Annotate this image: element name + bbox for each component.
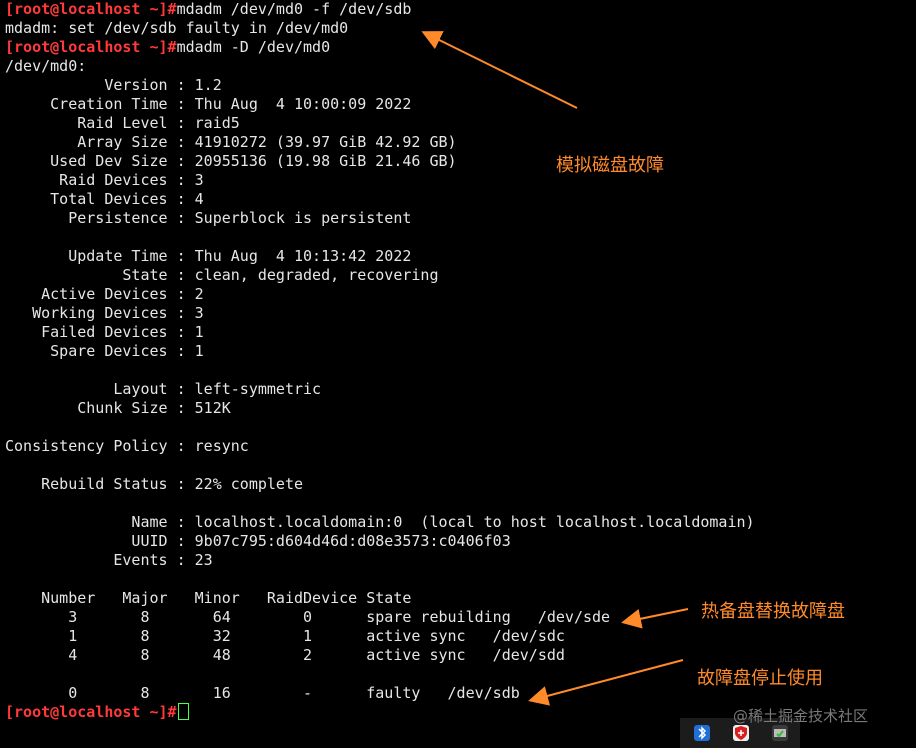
output-text: UUID : 9b07c795:d604d46d:d08e3573:c0406f… [5, 532, 511, 550]
terminal-line: 1 8 32 1 active sync /dev/sdc [5, 627, 910, 646]
output-text: 4 8 48 2 active sync /dev/sdd [5, 646, 565, 664]
output-text: Working Devices : 3 [5, 304, 204, 322]
terminal-line: State : clean, degraded, recovering [5, 266, 910, 285]
terminal-line: Events : 23 [5, 551, 910, 570]
terminal-line: Working Devices : 3 [5, 304, 910, 323]
bluetooth-icon[interactable] [694, 725, 710, 741]
terminal-line: Consistency Policy : resync [5, 437, 910, 456]
terminal-line: Rebuild Status : 22% complete [5, 475, 910, 494]
security-shield-icon[interactable] [733, 725, 749, 741]
output-text: 1 8 32 1 active sync /dev/sdc [5, 627, 565, 645]
terminal-line: /dev/md0: [5, 57, 910, 76]
output-text: 0 8 16 - faulty /dev/sdb [5, 684, 520, 702]
terminal-line: [root@localhost ~]#mdadm -D /dev/md0 [5, 38, 910, 57]
output-text: 3 8 64 0 spare rebuilding /dev/sde [5, 608, 611, 626]
terminal-line: Raid Devices : 3 [5, 171, 910, 190]
output-text: Consistency Policy : resync [5, 437, 249, 455]
watermark: @稀土掘金技术社区 [733, 707, 869, 725]
output-text: Chunk Size : 512K [5, 399, 231, 417]
output-text: Raid Devices : 3 [5, 171, 204, 189]
output-text: Used Dev Size : 20955136 (19.98 GiB 21.4… [5, 152, 457, 170]
terminal-line: Update Time : Thu Aug 4 10:13:42 2022 [5, 247, 910, 266]
terminal-line: Used Dev Size : 20955136 (19.98 GiB 21.4… [5, 152, 910, 171]
terminal-line: mdadm: set /dev/sdb faulty in /dev/md0 [5, 19, 910, 38]
annotation-simulate-fault: 模拟磁盘故障 [556, 155, 664, 176]
terminal-line: Total Devices : 4 [5, 190, 910, 209]
output-text: Name : localhost.localdomain:0 (local to… [5, 513, 755, 531]
terminal-line: Version : 1.2 [5, 76, 910, 95]
output-text: Version : 1.2 [5, 76, 222, 94]
terminal-line: Failed Devices : 1 [5, 323, 910, 342]
terminal-line: Chunk Size : 512K [5, 399, 910, 418]
output-text: Number Major Minor RaidDevice State [5, 589, 412, 607]
shell-prompt: [root@localhost ~]# [5, 0, 177, 18]
shell-prompt: [root@localhost ~]# [5, 38, 177, 56]
output-text: Update Time : Thu Aug 4 10:13:42 2022 [5, 247, 412, 265]
terminal-line: Array Size : 41910272 (39.97 GiB 42.92 G… [5, 133, 910, 152]
terminal-line: Layout : left-symmetric [5, 380, 910, 399]
output-text: State : clean, degraded, recovering [5, 266, 439, 284]
terminal-line: Active Devices : 2 [5, 285, 910, 304]
output-text: Creation Time : Thu Aug 4 10:00:09 2022 [5, 95, 412, 113]
output-text: Failed Devices : 1 [5, 323, 204, 341]
annotation-faulty-disk-stopped: 故障盘停止使用 [697, 668, 823, 689]
output-text: Total Devices : 4 [5, 190, 204, 208]
terminal-line: [root@localhost ~]#mdadm /dev/md0 -f /de… [5, 0, 910, 19]
output-text: /dev/md0: [5, 57, 87, 75]
terminal-cursor[interactable] [177, 703, 189, 720]
terminal-line: Creation Time : Thu Aug 4 10:00:09 2022 [5, 95, 910, 114]
output-text: Array Size : 41910272 (39.97 GiB 42.92 G… [5, 133, 457, 151]
annotation-hot-spare-replace: 热备盘替换故障盘 [701, 601, 845, 622]
output-text: Spare Devices : 1 [5, 342, 204, 360]
terminal-line: 4 8 48 2 active sync /dev/sdd [5, 646, 910, 665]
output-text: Raid Level : raid5 [5, 114, 240, 132]
network-icon[interactable] [772, 725, 788, 741]
output-text: Layout : left-symmetric [5, 380, 322, 398]
output-text: Active Devices : 2 [5, 285, 204, 303]
shell-prompt: [root@localhost ~]# [5, 703, 177, 721]
command-text: mdadm /dev/md0 -f /dev/sdb [176, 0, 412, 18]
command-text: mdadm -D /dev/md0 [176, 38, 331, 56]
terminal-line: UUID : 9b07c795:d604d46d:d08e3573:c0406f… [5, 532, 910, 551]
output-text: mdadm: set /dev/sdb faulty in /dev/md0 [5, 19, 349, 37]
output-text: Persistence : Superblock is persistent [5, 209, 412, 227]
terminal-line: Name : localhost.localdomain:0 (local to… [5, 513, 910, 532]
terminal-line: Spare Devices : 1 [5, 342, 910, 361]
output-text: Events : 23 [5, 551, 213, 569]
terminal-line: Raid Level : raid5 [5, 114, 910, 133]
output-text: Rebuild Status : 22% complete [5, 475, 304, 493]
terminal-line: Persistence : Superblock is persistent [5, 209, 910, 228]
